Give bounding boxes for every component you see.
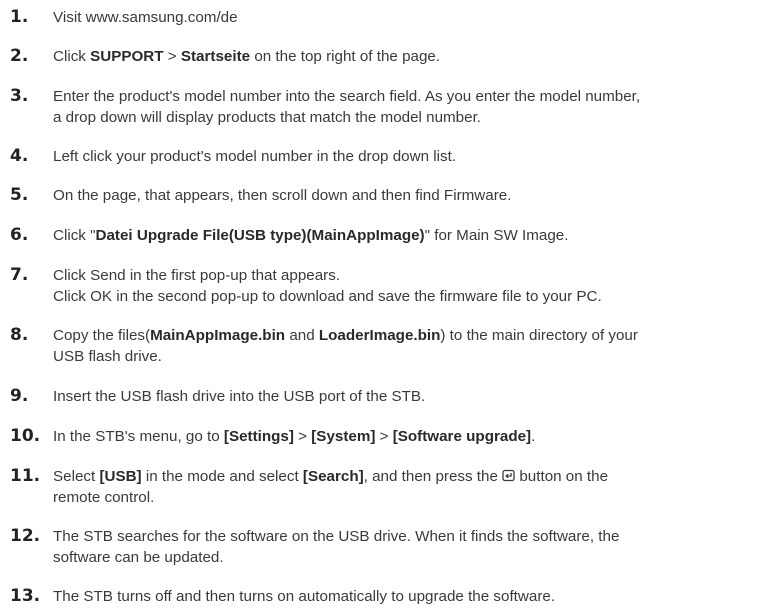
text-run: Click OK in the second pop-up to downloa…	[53, 288, 602, 305]
step-line: Click Send in the first pop-up that appe…	[53, 265, 765, 286]
text-run: USB flash drive.	[53, 348, 162, 365]
step-text: The STB turns off and then turns on auto…	[53, 586, 765, 607]
text-run: In the STB's menu, go to	[53, 428, 224, 445]
step-number: 5.	[10, 185, 29, 205]
text-run: The STB turns off and then turns on auto…	[53, 588, 556, 605]
step-number: 6.	[10, 225, 29, 245]
text-run: Enter the product's model number into th…	[53, 88, 641, 105]
text-run: a drop down will display products that m…	[53, 109, 482, 126]
text-run: Click Send in the first pop-up that appe…	[53, 267, 341, 284]
bold-term: MainAppImage.bin	[150, 327, 286, 344]
bold-term: [Software upgrade]	[392, 428, 532, 445]
text-run: Left click your product's model number i…	[53, 148, 457, 165]
text-run: in the mode and select	[141, 468, 303, 485]
step-line: remote control.	[53, 487, 765, 508]
text-run: remote control.	[53, 489, 155, 506]
step-text: Enter the product's model number into th…	[53, 86, 765, 128]
step-text: Copy the files(MainAppImage.bin and Load…	[53, 325, 765, 367]
text-run: Click "	[53, 227, 96, 244]
text-run: Copy the files(	[53, 327, 151, 344]
step-line: Click SUPPORT > Startseite on the top ri…	[53, 46, 765, 67]
step-text: Insert the USB flash drive into the USB …	[53, 386, 765, 407]
text-run: on the top right of the page.	[250, 48, 441, 65]
step-line: Click OK in the second pop-up to downloa…	[53, 286, 765, 307]
step-line: USB flash drive.	[53, 346, 765, 367]
step-number: 8.	[10, 325, 29, 345]
text-run: , and then press the	[363, 468, 503, 485]
text-run: software can be updated.	[53, 549, 224, 566]
text-run: and	[285, 327, 319, 344]
text-run: button on the	[515, 468, 609, 485]
step-text: Select [USB] in the mode and select [Sea…	[53, 466, 765, 508]
step-line: Click "Datei Upgrade File(USB type)(Main…	[53, 225, 765, 246]
step-text: On the page, that appears, then scroll d…	[53, 185, 765, 206]
step-number: 4.	[10, 146, 29, 166]
bold-term: [Search]	[302, 468, 364, 485]
step-line: The STB turns off and then turns on auto…	[53, 586, 765, 607]
step-line: The STB searches for the software on the…	[53, 526, 765, 547]
step-number: 7.	[10, 265, 29, 285]
step-text: The STB searches for the software on the…	[53, 526, 765, 568]
step-number: 13.	[10, 586, 41, 606]
bold-term: [Settings]	[223, 428, 294, 445]
bold-term: SUPPORT	[90, 48, 164, 65]
bold-term: LoaderImage.bin	[318, 327, 441, 344]
text-run: " for Main SW Image.	[424, 227, 569, 244]
step-text: In the STB's menu, go to [Settings] > [S…	[53, 426, 765, 447]
step-line: Left click your product's model number i…	[53, 146, 765, 167]
step-line: software can be updated.	[53, 547, 765, 568]
text-run: .	[531, 428, 536, 445]
step-text: Click Send in the first pop-up that appe…	[53, 265, 765, 307]
step-line: Copy the files(MainAppImage.bin and Load…	[53, 325, 765, 346]
text-run: The STB searches for the software on the…	[53, 528, 620, 545]
step-number: 9.	[10, 386, 29, 406]
step-line: On the page, that appears, then scroll d…	[53, 185, 765, 206]
step-line: a drop down will display products that m…	[53, 107, 765, 128]
step-text: Left click your product's model number i…	[53, 146, 765, 167]
step-text: Click "Datei Upgrade File(USB type)(Main…	[53, 225, 765, 246]
bold-term: Startseite	[180, 48, 251, 65]
step-text: Click SUPPORT > Startseite on the top ri…	[53, 46, 765, 67]
step-number: 3.	[10, 86, 29, 106]
text-run: Insert the USB flash drive into the USB …	[53, 388, 426, 405]
step-line: Visit www.samsung.com/de	[53, 7, 765, 28]
step-number: 2.	[10, 46, 29, 66]
step-line: In the STB's menu, go to [Settings] > [S…	[53, 426, 765, 447]
text-run: Select	[53, 468, 100, 485]
step-number: 1.	[10, 7, 29, 27]
step-number: 10.	[10, 426, 41, 446]
text-run: Click	[53, 48, 91, 65]
text-run: >	[293, 428, 312, 445]
text-run: Visit www.samsung.com/de	[53, 9, 238, 26]
text-run: On the page, that appears, then scroll d…	[53, 187, 512, 204]
step-number: 12.	[10, 526, 41, 546]
bold-term: Datei Upgrade File(USB type)(MainAppImag…	[95, 227, 425, 244]
step-text: Visit www.samsung.com/de	[53, 7, 765, 28]
step-line: Enter the product's model number into th…	[53, 86, 765, 107]
bold-term: [USB]	[99, 468, 142, 485]
enter-icon	[502, 469, 515, 482]
text-run: >	[163, 48, 181, 65]
bold-term: [System]	[311, 428, 376, 445]
step-line: Select [USB] in the mode and select [Sea…	[53, 466, 765, 487]
text-run: >	[375, 428, 393, 445]
step-number: 11.	[10, 466, 41, 486]
step-line: Insert the USB flash drive into the USB …	[53, 386, 765, 407]
text-run: ) to the main directory of your	[440, 327, 638, 344]
